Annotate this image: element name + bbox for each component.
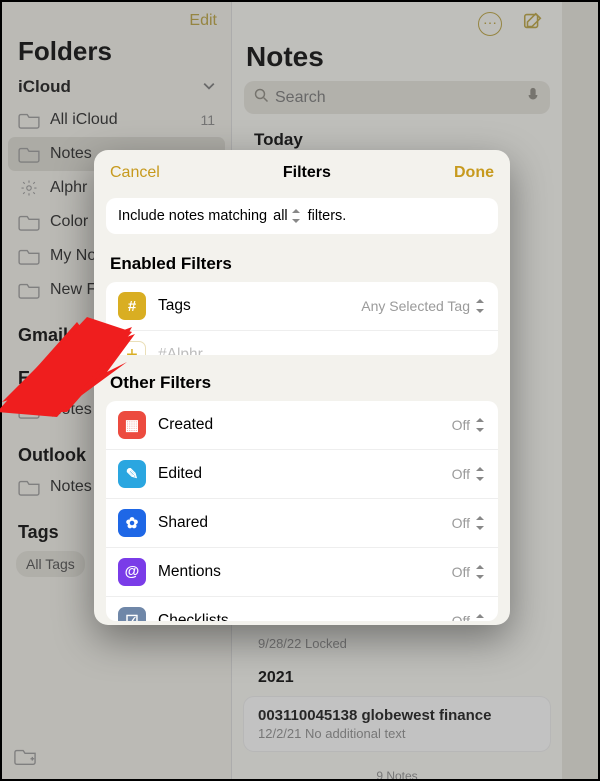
hash-icon: #	[118, 292, 146, 320]
filter-shared[interactable]: ✿ Shared Off	[106, 498, 498, 547]
updown-icon	[476, 299, 486, 313]
modal-title: Filters	[283, 164, 331, 182]
updown-icon	[476, 565, 486, 579]
add-tag-placeholder: #Alphr	[158, 346, 486, 355]
updown-icon	[476, 614, 486, 621]
done-button[interactable]: Done	[454, 164, 494, 182]
match-prefix: Include notes matching	[118, 208, 267, 224]
match-mode-row[interactable]: Include notes matching all filters.	[106, 198, 498, 234]
other-filters-title: Other Filters	[94, 359, 510, 397]
filter-value: Off	[452, 564, 470, 580]
match-mode-value: all	[273, 208, 288, 224]
cancel-button[interactable]: Cancel	[110, 164, 160, 182]
filter-created[interactable]: ▦ Created Off	[106, 401, 498, 449]
plus-icon: +	[118, 341, 146, 355]
add-tag-row[interactable]: + #Alphr	[106, 330, 498, 355]
enabled-filters-card: # Tags Any Selected Tag + #Alphr	[106, 282, 498, 355]
filter-edited[interactable]: ✎ Edited Off	[106, 449, 498, 498]
filter-label: Tags	[158, 297, 361, 315]
shared-icon: ✿	[118, 509, 146, 537]
updown-icon	[476, 418, 486, 432]
updown-icon	[476, 467, 486, 481]
filter-checklists[interactable]: ☑ Checklists Off	[106, 596, 498, 621]
updown-icon	[476, 516, 486, 530]
filter-value: Any Selected Tag	[361, 298, 470, 314]
filter-value: Off	[452, 417, 470, 433]
match-suffix: filters.	[308, 208, 347, 224]
calendar-icon: ▦	[118, 411, 146, 439]
filters-modal: Cancel Filters Done Include notes matchi…	[94, 150, 510, 625]
filter-label: Edited	[158, 465, 452, 483]
filter-value: Off	[452, 515, 470, 531]
at-icon: @	[118, 558, 146, 586]
filter-label: Created	[158, 416, 452, 434]
filter-value: Off	[452, 613, 470, 621]
filter-mentions[interactable]: @ Mentions Off	[106, 547, 498, 596]
filter-label: Mentions	[158, 563, 452, 581]
filter-label: Checklists	[158, 612, 452, 621]
other-filters-card: ▦ Created Off ✎ Edited Off ✿ Shared Off …	[106, 401, 498, 621]
match-mode-select[interactable]: all	[273, 208, 302, 224]
updown-icon	[292, 209, 302, 223]
filter-value: Off	[452, 466, 470, 482]
filter-label: Shared	[158, 514, 452, 532]
pencil-icon: ✎	[118, 460, 146, 488]
filter-tags[interactable]: # Tags Any Selected Tag	[106, 282, 498, 330]
enabled-filters-title: Enabled Filters	[94, 240, 510, 278]
checklist-icon: ☑	[118, 607, 146, 621]
